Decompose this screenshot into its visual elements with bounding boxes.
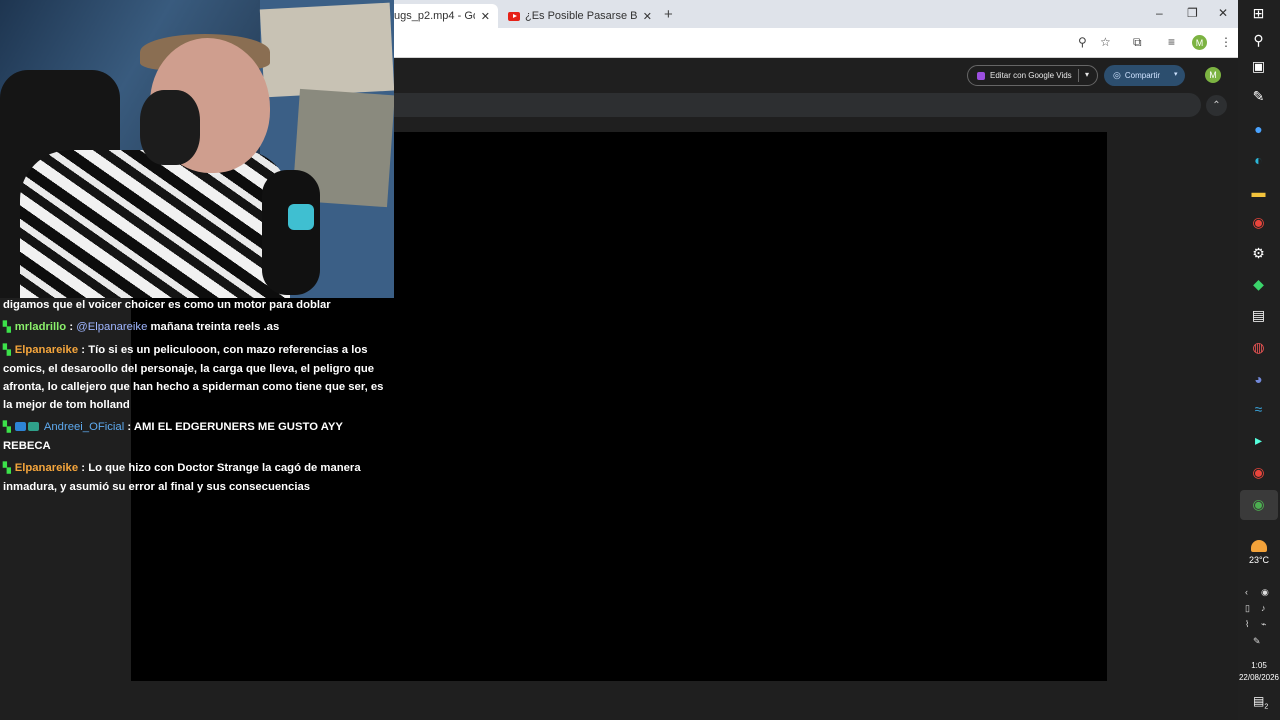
headphones (140, 90, 200, 165)
vids-icon (977, 71, 985, 80)
app-green-icon[interactable]: ◆ (1250, 276, 1267, 293)
chrome-icon[interactable]: ◉ (1250, 214, 1267, 231)
tab-drive-video[interactable]: ugs_p2.mp4 - Google D ✕ (386, 4, 498, 28)
youtube-icon (508, 11, 520, 21)
close-window-button[interactable]: ✕ (1218, 6, 1228, 20)
tab-close-icon[interactable]: ✕ (643, 10, 652, 23)
sub-badge-icon (14, 422, 26, 431)
notification-count: 2 (1264, 703, 1269, 711)
share-button-label: Compartir (1124, 71, 1160, 80)
tool-app-icon[interactable]: ✎ (1250, 88, 1267, 105)
clock-date: 22/08/2026 (1238, 673, 1280, 682)
tab-label: ugs_p2.mp4 - Google D (394, 10, 475, 22)
windows-start-icon[interactable]: ⊞ (1250, 5, 1267, 22)
tab-youtube[interactable]: ¿Es Posible Pasarse Bully siendo ✕ (500, 4, 660, 28)
divider (1078, 69, 1079, 82)
chat-message: ▚ Elpanareike : Lo que hizo con Doctor St… (3, 459, 389, 496)
edit-button-label: Editar con Google Vids (990, 71, 1072, 80)
edit-with-vids-button[interactable]: Editar con Google Vids ▾ (967, 65, 1098, 86)
obs-icon[interactable]: ◍ (1250, 339, 1267, 356)
webcam-overlay (0, 0, 394, 298)
video-toolbar (394, 93, 1201, 117)
menu-icon[interactable]: ⋮ (1220, 35, 1232, 49)
separator: : (127, 421, 132, 433)
app-wave-icon[interactable]: ≈ (1250, 400, 1267, 417)
kick-badge-icon: ▚ (3, 345, 11, 356)
steam-icon[interactable]: ● (1250, 120, 1267, 137)
pen-icon[interactable]: ✎ (1253, 636, 1261, 647)
volume-off-icon[interactable]: ⌁ (1261, 619, 1266, 630)
task-view-icon[interactable]: ▣ (1250, 58, 1267, 75)
microphone (262, 170, 320, 295)
chat-overlay: digamos que el voicer choicer es como un… (3, 296, 389, 500)
screen: ugs_p2.mp4 - Google D ✕ ¿Es Posible Pasa… (0, 0, 1280, 720)
mention: @Elpanareike (76, 321, 148, 333)
tab-label: ¿Es Posible Pasarse Bully siendo (524, 10, 637, 22)
media-icon[interactable]: ≡ (1168, 35, 1175, 49)
figurine (288, 204, 314, 230)
microphone-icon[interactable]: ♪ (1261, 603, 1266, 613)
chat-message: ▚ Elpanareike : Tío si es un peliculooon,… (3, 341, 389, 414)
wifi-off-icon[interactable]: ⌇ (1245, 619, 1249, 630)
chat-message: digamos que el voicer choicer es como un… (3, 296, 389, 314)
system-clock[interactable]: 1:05 22/08/2026 (1238, 660, 1280, 684)
weather-temp: 23°C (1248, 555, 1270, 565)
extensions-icon[interactable]: ⧉ (1133, 35, 1142, 50)
separator: : (81, 344, 86, 356)
chevron-down-icon[interactable]: ▾ (1174, 70, 1178, 78)
file-explorer-icon[interactable]: ▬ (1250, 183, 1267, 200)
weather-widget[interactable]: 23°C (1240, 540, 1278, 565)
chat-username: Elpanareike (14, 462, 79, 474)
chrome-active-icon[interactable]: ◉ (1250, 496, 1267, 513)
notifications-icon[interactable]: ▤2 (1253, 694, 1268, 710)
kick-badge-icon: ▚ (3, 422, 11, 433)
chat-message: ▚ mrladrillo : @Elpanareike mañana treint… (3, 318, 389, 337)
chrome-icon[interactable]: ◉ (1250, 464, 1267, 481)
maximize-button[interactable]: ❐ (1187, 6, 1198, 20)
clock-time: 1:05 (1251, 661, 1267, 670)
zoom-icon[interactable]: ⚲ (1078, 35, 1087, 49)
new-tab-button[interactable]: + (664, 6, 673, 23)
gift-badge-icon (27, 422, 39, 431)
chevron-down-icon[interactable]: ▾ (1085, 70, 1089, 79)
globe-icon: ◎ (1113, 70, 1121, 80)
separator: : (81, 462, 86, 474)
capcut-icon[interactable]: ▤ (1250, 307, 1267, 324)
chat-username: Andreei_OFicial (43, 421, 125, 433)
share-button[interactable]: ◎ Compartir ▾ (1104, 65, 1185, 86)
kick-badge-icon: ▚ (3, 322, 11, 333)
chat-message: ▚ Andreei_OFicial : AMI EL EDGERUNERS ME… (3, 418, 389, 455)
record-icon[interactable]: ◉ (1261, 587, 1269, 598)
streamer-shirt (20, 150, 290, 298)
minimize-button[interactable]: – (1156, 6, 1163, 20)
edge-icon[interactable]: ◐ (1250, 151, 1267, 168)
wall-poster (259, 2, 394, 98)
discord-icon[interactable]: ◕ (1250, 370, 1267, 387)
chat-username: mrladrillo (14, 321, 67, 333)
search-icon[interactable]: ⚲ (1250, 32, 1267, 49)
app-terminal-icon[interactable]: ▸ (1250, 432, 1267, 449)
kick-badge-icon: ▚ (3, 463, 11, 474)
star-icon[interactable]: ☆ (1100, 35, 1111, 49)
weather-icon (1251, 540, 1267, 552)
chevron-left-icon[interactable]: ‹ (1245, 587, 1248, 597)
collapse-button[interactable]: ⌃ (1206, 95, 1227, 116)
chat-username: Elpanareike (14, 344, 79, 356)
separator: : (69, 321, 74, 333)
device-icon[interactable]: ▯ (1245, 603, 1250, 614)
tab-close-icon[interactable]: ✕ (481, 10, 490, 23)
settings-gear-icon[interactable]: ⚙ (1250, 245, 1267, 262)
account-avatar[interactable]: M (1205, 67, 1221, 83)
profile-avatar[interactable]: M (1192, 35, 1207, 50)
message-text: mañana treinta reels .as (150, 321, 280, 333)
message-text: digamos que el voicer choicer es como un… (3, 299, 331, 311)
